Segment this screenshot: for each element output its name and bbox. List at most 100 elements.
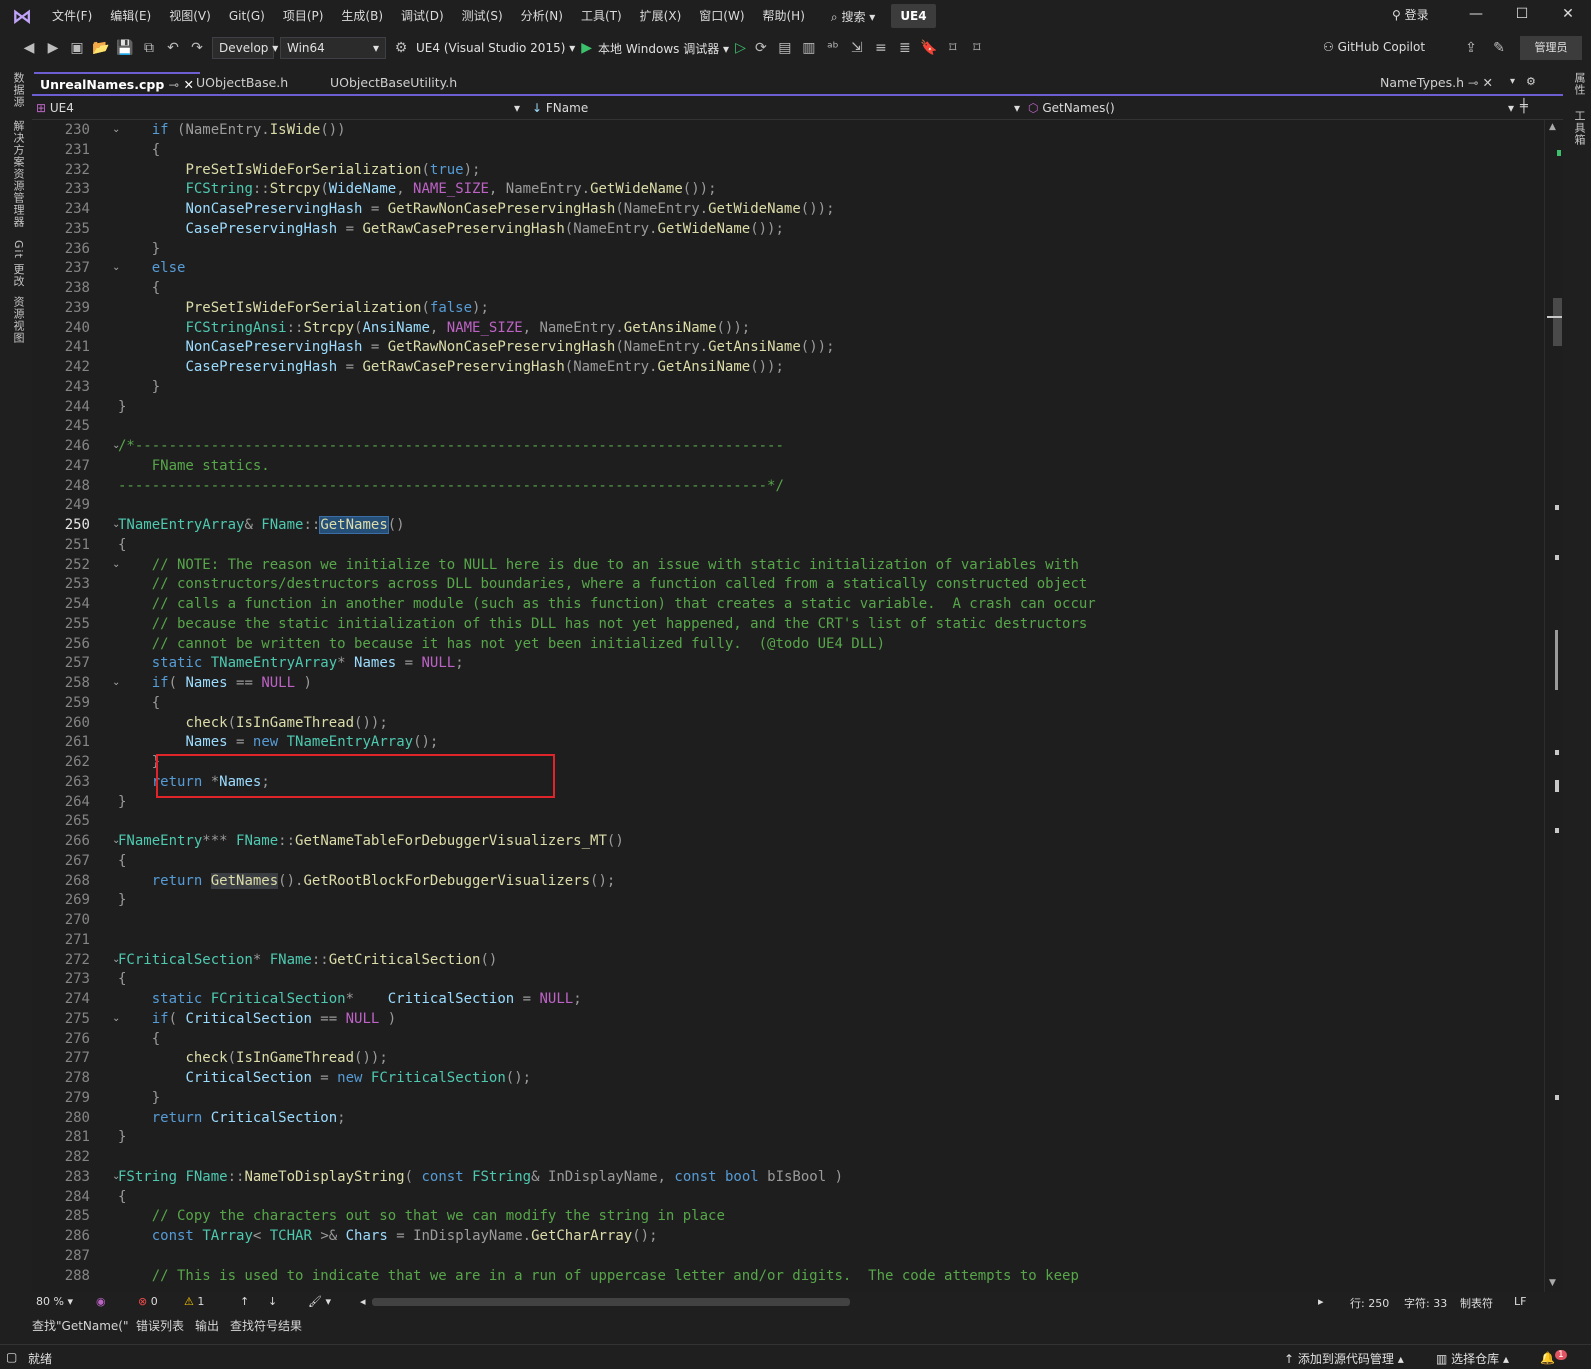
login-button[interactable]: ⚲ 登录 (1392, 6, 1429, 23)
tab-nametypes-h[interactable]: NameTypes.h ⊸ ✕ (1374, 72, 1499, 94)
save-icon[interactable]: 💾 (116, 40, 134, 56)
git-changes-tab[interactable]: Git 更改 (10, 240, 26, 287)
tab-uobjectbase-h[interactable]: UObjectBase.h (190, 72, 294, 94)
code-line[interactable]: ----------------------------------------… (118, 476, 784, 496)
properties-tab[interactable]: 属性 (1571, 72, 1587, 96)
platform-select[interactable]: Win64 ▾ (280, 37, 386, 59)
tab-uobjectbaseutility-h[interactable]: UObjectBaseUtility.h (324, 72, 463, 94)
code-line[interactable]: { (118, 851, 126, 871)
menu-project[interactable]: 项目(P) (275, 4, 332, 28)
close-tab-icon[interactable]: ✕ (1482, 75, 1492, 90)
menu-tools[interactable]: 工具(T) (573, 4, 630, 28)
code-line[interactable]: NonCasePreservingHash = GetRawNonCasePre… (118, 199, 834, 219)
hot-reload-icon[interactable]: ⟳ (752, 40, 770, 56)
menu-git[interactable]: Git(G) (221, 4, 273, 28)
code-line[interactable]: CriticalSection = new FCriticalSection()… (118, 1068, 531, 1088)
code-line[interactable]: // This is used to indicate that we are … (118, 1266, 1079, 1286)
open-folder-icon[interactable]: 📂 (92, 40, 110, 56)
back-icon[interactable]: ◀ (20, 40, 38, 56)
code-line[interactable]: // calls a function in another module (s… (118, 594, 1096, 614)
next-issue-icon[interactable]: ↓ (268, 1295, 277, 1308)
code-line[interactable]: FName statics. (118, 456, 270, 476)
menu-file[interactable]: 文件(F) (44, 4, 100, 28)
project-dropdown[interactable]: ⊞ UE4 ▾ (36, 99, 522, 118)
code-line[interactable]: { (118, 1187, 126, 1207)
code-line[interactable]: } (118, 1088, 160, 1108)
split-icon[interactable]: ╪ (1520, 99, 1528, 114)
scroll-up-icon[interactable]: ▲ (1549, 122, 1556, 132)
scroll-left-icon[interactable]: ◂ (360, 1295, 366, 1308)
maximize-icon[interactable]: ☐ (1512, 6, 1532, 22)
comment-icon[interactable]: ≡ (872, 40, 890, 56)
share-icon[interactable]: ⇪ (1462, 40, 1480, 56)
code-line[interactable]: CasePreservingHash = GetRawCasePreservin… (118, 357, 783, 377)
add-to-source-control[interactable]: ↑ 添加到源代码管理 ▴ (1284, 1350, 1404, 1367)
code-line[interactable]: TNameEntryArray& FName::GetNames() (118, 515, 405, 535)
menu-extensions[interactable]: 扩展(X) (632, 4, 690, 28)
scroll-down-icon[interactable]: ▼ (1549, 1278, 1556, 1288)
code-line[interactable]: } (118, 792, 126, 812)
code-line[interactable]: check(IsInGameThread()); (118, 713, 387, 733)
tab-find-results[interactable]: 查找"GetName(" (32, 1317, 129, 1334)
code-line[interactable]: if (NameEntry.IsWide()) (118, 120, 346, 140)
brush-icon[interactable]: 🖌 ▾ (308, 1295, 331, 1308)
solution-explorer-tab[interactable]: 解决方案资源管理器 (10, 120, 26, 228)
line-indicator[interactable]: 行: 250 (1350, 1295, 1389, 1311)
code-line[interactable]: Names = new TNameEntryArray(); (118, 732, 438, 752)
menu-test[interactable]: 测试(S) (454, 4, 511, 28)
code-line[interactable]: if( CriticalSection == NULL ) (118, 1009, 396, 1029)
menu-view[interactable]: 视图(V) (161, 4, 219, 28)
code-line[interactable]: NonCasePreservingHash = GetRawNonCasePre… (118, 337, 834, 357)
scroll-thumb[interactable] (1553, 298, 1562, 346)
tab-error-list[interactable]: 错误列表 (136, 1317, 184, 1334)
code-line[interactable]: // because the static initialization of … (118, 614, 1088, 634)
code-editor[interactable]: 230 231 232 233 234 235 236 237 238 239 240 241 242 2… (32, 120, 1544, 1292)
code-line[interactable]: FCString::Strcpy(WideName, NAME_SIZE, Na… (118, 179, 716, 199)
code-line[interactable]: const TArray< TCHAR >& Chars = InDisplay… (118, 1226, 658, 1246)
code-line[interactable]: CasePreservingHash = GetRawCasePreservin… (118, 219, 783, 239)
code-line[interactable]: FCStringAnsi::Strcpy(AnsiName, NAME_SIZE… (118, 318, 750, 338)
code-line[interactable]: } (118, 890, 126, 910)
code-line[interactable]: return GetNames().GetRootBlockForDebugge… (118, 871, 615, 891)
tab-overflow-icon[interactable]: ▾ (1510, 76, 1515, 87)
pin-icon[interactable]: ⊸ (1468, 75, 1478, 90)
code-line[interactable]: FCriticalSection* FName::GetCriticalSect… (118, 950, 497, 970)
previous-issue-icon[interactable]: ↑ (240, 1295, 249, 1308)
feedback-icon[interactable]: ✎ (1490, 40, 1508, 56)
code-line[interactable]: } (118, 1127, 126, 1147)
search-button[interactable]: ⌕ 搜索 ▾ (823, 8, 883, 25)
prev-bookmark-icon[interactable]: ⌑ (944, 40, 962, 56)
code-line[interactable]: } (118, 397, 126, 417)
settings-gear-icon[interactable]: ⚙ (1526, 75, 1536, 88)
code-line[interactable]: PreSetIsWideForSerialization(true); (118, 160, 480, 180)
code-line[interactable]: PreSetIsWideForSerialization(false); (118, 298, 488, 318)
column-indicator[interactable]: 字符: 33 (1404, 1295, 1447, 1311)
code-line[interactable]: { (118, 278, 160, 298)
code-line[interactable]: { (118, 969, 126, 989)
code-line[interactable]: static FCriticalSection* CriticalSection… (118, 989, 582, 1009)
new-project-icon[interactable]: ▣ (68, 40, 86, 56)
start-debugging-icon[interactable]: ▶ (581, 40, 592, 56)
indent-mode[interactable]: 制表符 (1460, 1295, 1493, 1311)
code-line[interactable]: FString FName::NameToDisplayString( cons… (118, 1167, 843, 1187)
step-icon[interactable]: ⇲ (848, 40, 866, 56)
visual-studio-logo-icon[interactable]: ⋈ (8, 2, 36, 30)
menu-window[interactable]: 窗口(W) (691, 4, 752, 28)
start-without-debugging-icon[interactable]: ▷ (735, 40, 746, 56)
code-line[interactable]: else (118, 258, 186, 278)
startup-project-select[interactable]: UE4 (Visual Studio 2015) ▾ (416, 41, 575, 55)
redo-icon[interactable]: ↷ (188, 40, 206, 56)
member-dropdown[interactable]: ⬡ GetNames() ▾ (1028, 99, 1516, 118)
menu-analyze[interactable]: 分析(N) (513, 4, 571, 28)
github-copilot-button[interactable]: ⚇ GitHub Copilot (1323, 40, 1425, 54)
code-line[interactable]: FNameEntry*** FName::GetNameTableForDebu… (118, 831, 624, 851)
notifications-bell-icon[interactable]: 🔔 1 (1540, 1350, 1567, 1365)
solution-explorer-icon[interactable]: ▤ (776, 40, 794, 56)
code-line[interactable]: // cannot be written to because it has n… (118, 634, 885, 654)
warning-count[interactable]: ⚠ 1 (184, 1295, 204, 1308)
code-line[interactable]: } (118, 752, 160, 772)
menu-debug[interactable]: 调试(D) (393, 4, 452, 28)
toolbox-tab[interactable]: 工具箱 (1571, 110, 1587, 146)
spell-check-icon[interactable]: ᵃᵇ (824, 40, 842, 56)
menu-help[interactable]: 帮助(H) (755, 4, 813, 28)
